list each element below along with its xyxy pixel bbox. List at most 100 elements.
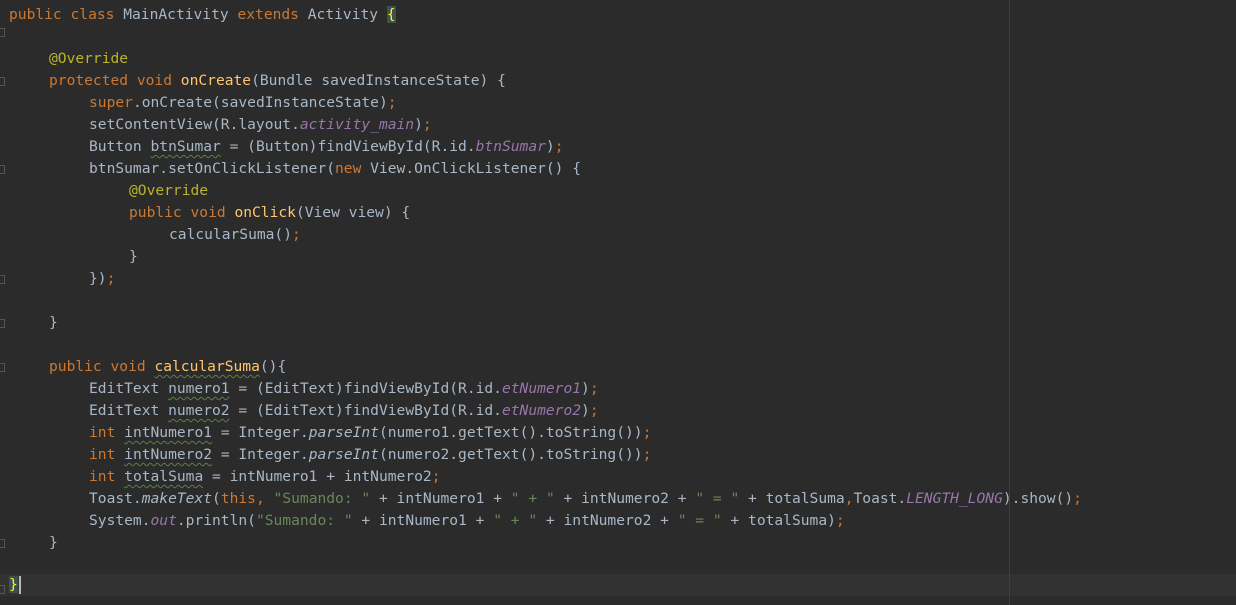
code-line-23[interactable]: } xyxy=(9,574,21,596)
fold-marker[interactable] xyxy=(0,363,5,372)
method-name: onCreate xyxy=(180,72,252,89)
code-text: (numero2.getText().toString()) xyxy=(378,446,643,463)
code-text: + intNumero2 + xyxy=(554,490,696,507)
code-line-13[interactable]: } xyxy=(49,312,58,334)
code-text: Button xyxy=(89,138,151,155)
local-variable: numero2 xyxy=(168,402,230,419)
code-line-20[interactable]: Toast.makeText(this, "Sumando: " + intNu… xyxy=(89,488,1082,510)
keyword: super xyxy=(89,94,133,111)
keyword: this xyxy=(220,490,256,507)
string-literal: " + " xyxy=(493,512,538,529)
code-line-5[interactable]: setContentView(R.layout.activity_main); xyxy=(89,114,432,136)
field-ref: activity_main xyxy=(299,116,415,133)
class-name: MainActivity xyxy=(123,6,238,23)
code-text: ( xyxy=(212,490,221,507)
code-line-16[interactable]: EditText numero2 = (EditText)findViewByI… xyxy=(89,400,599,422)
string-literal: " + " xyxy=(510,490,555,507)
semicolon: ; xyxy=(292,226,301,243)
code-text: (View view) { xyxy=(295,204,411,221)
string-literal: "Sumando: " xyxy=(255,512,353,529)
local-variable: numero1 xyxy=(168,380,230,397)
code-text: + intNumero2 + xyxy=(537,512,678,529)
code-text: }) xyxy=(89,270,107,287)
semicolon: ; xyxy=(431,468,441,485)
code-line-19[interactable]: int totalSuma = intNumero1 + intNumero2; xyxy=(89,466,440,488)
fold-marker[interactable] xyxy=(0,275,5,284)
code-text: + intNumero1 + xyxy=(370,490,511,507)
local-variable: btnSumar xyxy=(150,138,221,155)
string-literal: " = " xyxy=(677,512,722,529)
code-text: ) xyxy=(581,380,590,397)
code-line-9[interactable]: public void onClick(View view) { xyxy=(129,202,410,224)
code-line-17[interactable]: int intNumero1 = Integer.parseInt(numero… xyxy=(89,422,651,444)
semicolon: ; xyxy=(642,446,652,463)
fold-marker[interactable] xyxy=(0,77,5,86)
fold-marker[interactable] xyxy=(0,28,5,37)
method-name: calcularSuma xyxy=(154,358,260,375)
fold-marker[interactable] xyxy=(0,585,5,594)
code-text: = Integer. xyxy=(212,424,309,441)
fold-marker[interactable] xyxy=(0,319,5,328)
annotation: @Override xyxy=(49,50,129,67)
code-line-3[interactable]: protected void onCreate(Bundle savedInst… xyxy=(49,70,506,92)
semicolon: ; xyxy=(835,512,845,529)
keyword: int xyxy=(89,446,125,463)
code-line-11[interactable]: } xyxy=(129,246,138,268)
semicolon: ; xyxy=(642,424,652,441)
code-line-22[interactable]: } xyxy=(49,532,58,554)
code-text: .onCreate(savedInstanceState) xyxy=(132,94,388,111)
code-text: (Bundle savedInstanceState) { xyxy=(251,72,506,89)
keyword: extends xyxy=(237,6,308,23)
code-line-1[interactable]: public class MainActivity extends Activi… xyxy=(9,4,396,26)
field-ref: etNumero1 xyxy=(501,380,582,397)
fold-marker[interactable] xyxy=(0,539,5,548)
static-method: parseInt xyxy=(308,424,379,441)
local-variable: intNumero2 xyxy=(124,446,213,463)
code-text: (numero1.getText().toString()) xyxy=(378,424,643,441)
code-line-12[interactable]: }); xyxy=(89,268,115,290)
semicolon: ; xyxy=(1073,490,1082,507)
keyword: public class xyxy=(9,6,124,23)
current-line-highlight xyxy=(0,574,1236,596)
code-line-15[interactable]: EditText numero1 = (EditText)findViewByI… xyxy=(89,378,599,400)
code-text: ) xyxy=(414,116,423,133)
code-text: EditText xyxy=(89,402,169,419)
code-text: + totalSuma xyxy=(739,490,845,507)
code-text: + totalSuma) xyxy=(721,512,836,529)
matched-brace: { xyxy=(386,6,396,23)
method-name: onClick xyxy=(234,204,296,221)
fold-marker[interactable] xyxy=(0,165,5,174)
keyword: protected void xyxy=(49,72,181,89)
text-caret xyxy=(18,576,21,594)
code-text: View.OnClickListener() { xyxy=(370,160,582,177)
code-line-2[interactable]: @Override xyxy=(49,48,128,70)
code-line-7[interactable]: btnSumar.setOnClickListener(new View.OnC… xyxy=(89,158,581,180)
code-text: .println( xyxy=(176,512,256,529)
string-literal: " = " xyxy=(695,490,740,507)
code-text: ) xyxy=(581,402,590,419)
code-line-6[interactable]: Button btnSumar = (Button)findViewById(R… xyxy=(89,136,564,158)
local-variable: totalSuma xyxy=(124,468,204,485)
code-line-21[interactable]: System.out.println("Sumando: " + intNume… xyxy=(89,510,845,532)
code-text: = intNumero1 + intNumero2 xyxy=(203,468,432,485)
code-text: setContentView(R.layout. xyxy=(89,116,300,133)
code-line-14[interactable]: public void calcularSuma(){ xyxy=(49,356,286,378)
code-text: = (Button)findViewById(R.id. xyxy=(220,138,476,155)
code-editor[interactable]: public class MainActivity extends Activi… xyxy=(0,0,1236,605)
right-margin-guide xyxy=(1009,0,1010,605)
field-ref: etNumero2 xyxy=(501,402,582,419)
code-text: } xyxy=(49,534,58,551)
semicolon: ; xyxy=(589,380,599,397)
code-text: calcularSuma() xyxy=(169,226,293,243)
code-line-4[interactable]: super.onCreate(savedInstanceState); xyxy=(89,92,397,114)
local-variable: intNumero1 xyxy=(124,424,213,441)
code-line-18[interactable]: int intNumero2 = Integer.parseInt(numero… xyxy=(89,444,651,466)
keyword: int xyxy=(89,468,125,485)
semicolon: ; xyxy=(387,94,397,111)
string-literal: "Sumando: " xyxy=(273,490,371,507)
code-line-10[interactable]: calcularSuma(); xyxy=(169,224,301,246)
keyword: public void xyxy=(129,204,235,221)
field-ref: btnSumar xyxy=(475,138,546,155)
code-line-8[interactable]: @Override xyxy=(129,180,208,202)
annotation: @Override xyxy=(129,182,209,199)
